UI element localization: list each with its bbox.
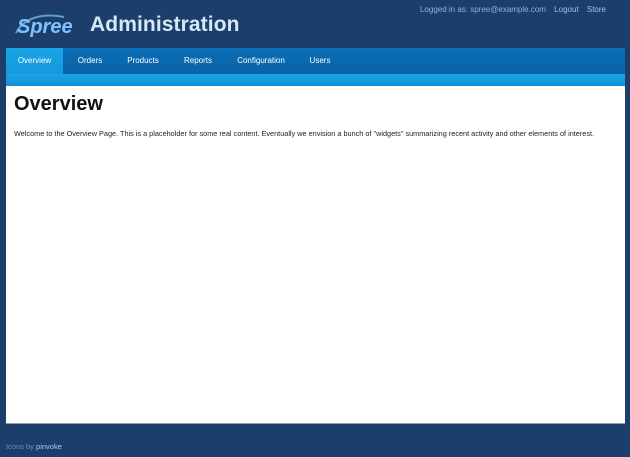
subnav-bar — [6, 74, 625, 86]
tab-users[interactable]: Users — [301, 48, 339, 74]
page-title: Overview — [14, 93, 103, 115]
tab-products[interactable]: Products — [117, 48, 169, 74]
tab-reports[interactable]: Reports — [175, 48, 221, 74]
main-nav: Overview Orders Products Reports Configu… — [6, 48, 625, 74]
logout-link[interactable]: Logout — [554, 5, 578, 14]
header: Spree Administration Logged in as: spree… — [0, 0, 630, 46]
logged-in-label: Logged in as: spree@example.com — [419, 5, 546, 14]
app-title: Administration — [90, 13, 240, 36]
tab-orders[interactable]: Orders — [67, 48, 113, 74]
footer-credit-label: Icons by — [6, 442, 34, 451]
footer: Icons by pinvoke — [6, 442, 62, 451]
spree-logo[interactable]: Spree — [14, 11, 80, 39]
pinvoke-link[interactable]: pinvoke — [36, 442, 62, 451]
tab-overview[interactable]: Overview — [6, 48, 63, 74]
logo-text: Spree — [17, 16, 73, 38]
store-link[interactable]: Store — [587, 5, 606, 14]
user-links: Logged in as: spree@example.com Logout S… — [414, 5, 606, 14]
page-description: Welcome to the Overview Page. This is a … — [14, 129, 595, 138]
main-content: Overview Welcome to the Overview Page. T… — [6, 86, 625, 424]
tab-configuration[interactable]: Configuration — [228, 48, 294, 74]
